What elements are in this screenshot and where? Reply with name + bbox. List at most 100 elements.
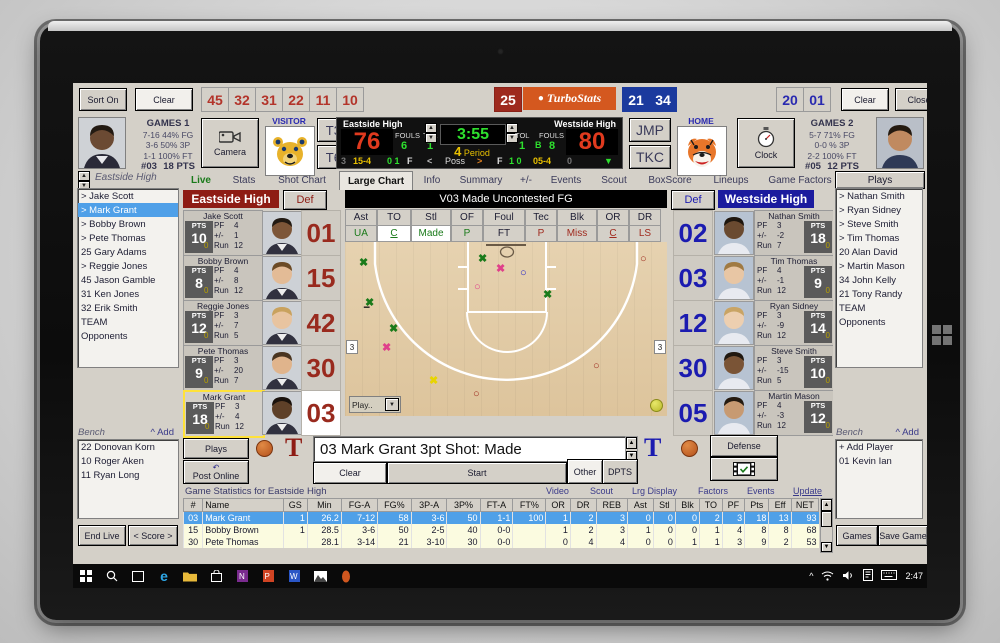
stats-link-factors[interactable]: Factors <box>698 486 728 496</box>
jmp-button[interactable]: JMP <box>629 118 671 142</box>
powerpoint-icon[interactable]: P <box>255 564 281 588</box>
stats-link-video[interactable]: Video <box>546 486 569 496</box>
away-jersey-number[interactable]: 01 <box>301 210 341 256</box>
stats-link-update[interactable]: Update <box>793 486 822 496</box>
other-button[interactable]: Other <box>567 459 603 484</box>
table-row[interactable]: 15 Bobby Brown 1 28.5 3-6 50 2-5 40 0-0 … <box>182 524 819 536</box>
home-player-card[interactable]: Tim Thomas PTS 9 PF 4 +/- -1 Run 12 0 <box>754 255 834 301</box>
shot-marker[interactable]: ○ <box>474 282 481 293</box>
tab-events[interactable]: Events <box>543 171 589 189</box>
col-gs[interactable]: GS <box>282 498 308 512</box>
shot-marker[interactable]: ○ <box>640 254 647 265</box>
roster-item[interactable]: > Martin Mason <box>836 259 922 273</box>
tab-large-chart[interactable]: Large Chart <box>339 171 413 190</box>
stats-table-scrollbar[interactable]: ▲ ▼ <box>820 498 833 553</box>
visitor-active-num[interactable]: 25 <box>494 87 522 112</box>
table-row[interactable]: 03 Mark Grant 1 26.2 7-12 58 3-6 50 1-1 … <box>182 511 819 524</box>
col-blk[interactable]: Blk <box>674 498 701 512</box>
home-player-card[interactable]: Steve Smith PTS 10 PF 3 +/- -15 Run 5 0 <box>754 345 834 391</box>
tab-boxscore[interactable]: BoxScore <box>639 171 701 189</box>
home-player-card[interactable]: Nathan Smith PTS 18 PF 3 +/- -2 Run 7 0 <box>754 210 834 256</box>
visitor-num-2[interactable]: 31 <box>255 87 283 112</box>
col-stl[interactable]: Stl <box>652 498 676 512</box>
poss-left-arrow[interactable]: < <box>427 156 432 166</box>
stats-scroll-up-icon[interactable]: ▲ <box>821 499 832 511</box>
roster-item[interactable]: 21 Tony Randy <box>836 287 922 301</box>
home-jersey-number[interactable]: 30 <box>673 345 713 391</box>
away-player-card[interactable]: Pete Thomas PTS 9 PF 3 +/- 20 Run 7 0 <box>183 345 263 391</box>
chevron-down-icon[interactable]: ▼ <box>385 398 399 411</box>
shot-marker[interactable]: ✖ <box>429 376 438 387</box>
game-clock[interactable]: 3:55 <box>440 124 506 145</box>
action-dr[interactable]: DR <box>629 209 661 226</box>
tab-summary[interactable]: Summary <box>453 171 509 189</box>
shot-marker[interactable]: ✖ <box>389 324 398 335</box>
home-bench-add-button[interactable]: ^ Add <box>896 427 919 438</box>
play-select-dropdown[interactable]: Play.. ▼ <box>349 396 401 413</box>
bench-item[interactable]: 11 Ryan Long <box>78 468 178 482</box>
tab-shot-chart[interactable]: Shot Chart <box>269 171 335 189</box>
film-checklist-button[interactable] <box>710 457 778 481</box>
shot-chart-court[interactable]: 3 3 ✖ ✖ ✖ ✖ ✖ ✖ ○ ✖ ✖ ○ ○ ○ ○ ▁ Play.. ▼ <box>345 242 667 416</box>
sort-on-button[interactable]: Sort On <box>79 88 127 111</box>
away-player-card[interactable]: Reggie Jones PTS 12 PF 3 +/- 7 Run 5 0 <box>183 300 263 346</box>
roster-item-selected[interactable]: > Mark Grant <box>78 203 178 217</box>
tab-plusminus[interactable]: +/- <box>513 171 539 189</box>
col-reb[interactable]: REB <box>595 498 629 512</box>
taskbar-clock[interactable]: 2:47 <box>905 571 923 581</box>
onenote-icon[interactable]: N <box>229 564 255 588</box>
clear-event-button[interactable]: Clear <box>313 462 387 484</box>
save-game-button[interactable]: Save Game <box>878 525 927 546</box>
action-ls[interactable]: LS <box>629 225 661 242</box>
away-jersey-number-selected[interactable]: 03 <box>301 390 341 436</box>
action-p-green[interactable]: P <box>451 225 483 242</box>
col-to[interactable]: TO <box>699 498 723 512</box>
away-player-card-selected[interactable]: Mark Grant PTS 18 PF 3 +/- 4 Run 12 0 <box>183 390 265 438</box>
away-bench-list[interactable]: 22 Donovan Korn 10 Roger Aken 11 Ryan Lo… <box>77 439 179 519</box>
col-pts[interactable]: Pts <box>744 498 770 512</box>
visitor-num-5[interactable]: 10 <box>336 87 364 112</box>
home-player-card[interactable]: Ryan Sidney PTS 14 PF 3 +/- -9 Run 12 0 <box>754 300 834 346</box>
windows-start-icon[interactable] <box>73 564 99 588</box>
clock-spin-up-icon[interactable]: ▲ <box>425 123 437 133</box>
camera-button[interactable]: Camera <box>201 118 259 168</box>
action-ft[interactable]: FT <box>483 225 525 242</box>
shot-marker[interactable]: ✖ <box>496 264 505 275</box>
shot-marker[interactable]: ✖ <box>478 254 487 265</box>
col-fga[interactable]: FG-A <box>340 498 379 512</box>
roster-item[interactable]: 31 Ken Jones <box>78 287 178 301</box>
volume-icon[interactable] <box>842 570 855 583</box>
action-tec[interactable]: Tec <box>525 209 557 226</box>
table-row[interactable]: 30 Pete Thomas 28.1 3-14 21 3-10 30 0-0 … <box>182 536 819 548</box>
col-3ppct[interactable]: 3P% <box>446 498 481 512</box>
roster-item[interactable]: 45 Jason Gamble <box>78 273 178 287</box>
clock-spinner-up-down[interactable]: ▲ ▼ <box>425 123 437 143</box>
keyboard-icon[interactable] <box>881 570 898 582</box>
action-p-red[interactable]: P <box>525 225 557 242</box>
col-net[interactable]: NET <box>790 498 820 512</box>
action-to[interactable]: TO <box>377 209 411 226</box>
tab-info[interactable]: Info <box>415 171 449 189</box>
home-roster-list[interactable]: > Nathan Smith > Ryan Sidney > Steve Smi… <box>835 188 923 368</box>
col-ast[interactable]: Ast <box>627 498 654 512</box>
edge-icon[interactable]: e <box>151 564 177 588</box>
home-jersey-number[interactable]: 12 <box>673 300 713 346</box>
roster-item[interactable]: > Ryan Sidney <box>836 203 922 217</box>
tab-stats[interactable]: Stats <box>223 171 265 189</box>
turbostats-icon[interactable] <box>333 564 359 588</box>
roster-item[interactable]: 20 Alan David <box>836 245 922 259</box>
team-spin-up-icon[interactable]: ▲ <box>78 171 90 181</box>
end-live-button[interactable]: End Live <box>78 525 126 546</box>
dpts-button[interactable]: DPTS <box>602 459 638 484</box>
score-button[interactable]: < Score > <box>128 525 178 546</box>
visitor-num-4[interactable]: 11 <box>309 87 337 112</box>
bench-item[interactable]: 01 Kevin Ian <box>836 454 922 468</box>
tab-game-factors[interactable]: Game Factors <box>761 171 839 189</box>
roster-item[interactable]: TEAM <box>78 315 178 329</box>
search-icon[interactable] <box>99 564 125 588</box>
roster-item[interactable]: TEAM <box>836 301 922 315</box>
away-ball-indicator[interactable] <box>256 440 273 457</box>
store-icon[interactable] <box>203 564 229 588</box>
away-player-card[interactable]: Jake Scott PTS 10 PF 4 +/- 1 Run 12 0 <box>183 210 263 256</box>
action-miss[interactable]: Miss <box>557 225 597 242</box>
